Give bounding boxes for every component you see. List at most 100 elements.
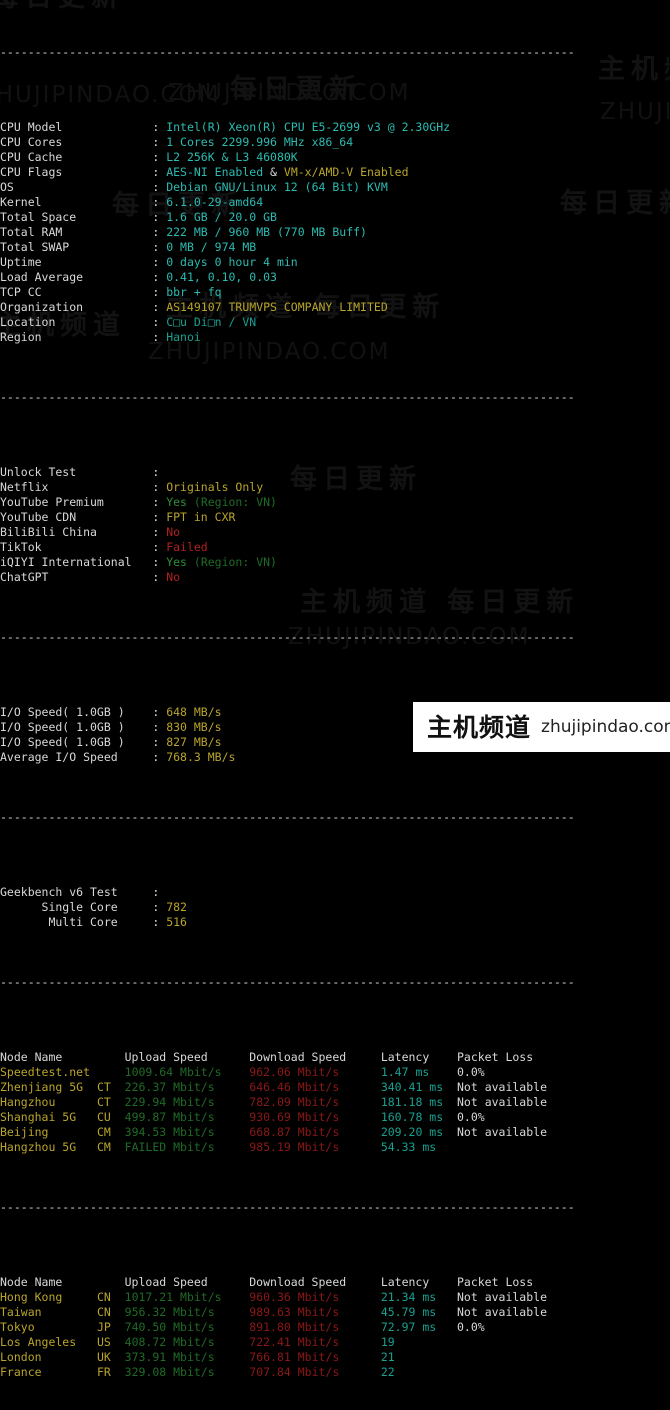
info-row: Average I/O Speed : 768.3 MB/s xyxy=(0,750,670,765)
info-row: I/O Speed( 1.0GB ) : 648 MB/s xyxy=(0,705,670,720)
row-colon: : xyxy=(152,720,167,734)
row-label: Netflix xyxy=(0,480,153,494)
row-label: Average I/O Speed xyxy=(0,750,153,764)
cell-isp-code: CU xyxy=(96,1110,125,1124)
section-divider: ----------------------------------------… xyxy=(0,975,575,989)
info-row: Load Average : 0.41, 0.10, 0.03 xyxy=(0,270,670,285)
cell-isp-code: CT xyxy=(96,1095,125,1109)
cell-node-name: Speedtest.net xyxy=(0,1065,97,1079)
row-label: YouTube Premium xyxy=(0,495,153,509)
section-divider: ----------------------------------------… xyxy=(0,810,575,824)
speedtest-row: Taiwan CN 956.32 Mbit/s 989.63 Mbit/s 45… xyxy=(0,1305,670,1320)
cell-isp-code: CM xyxy=(96,1140,125,1154)
row-colon: : xyxy=(152,735,167,749)
row-colon: : xyxy=(152,165,167,179)
section-divider: ----------------------------------------… xyxy=(0,630,575,644)
row-colon: : xyxy=(152,285,167,299)
col-header-latency: Latency xyxy=(380,1050,457,1064)
speedtest-row: Hangzhou 5G CM FAILED Mbit/s 985.19 Mbit… xyxy=(0,1140,670,1155)
cell-isp-code: FR xyxy=(96,1365,125,1379)
speedtest-row: Beijing CM 394.53 Mbit/s 668.87 Mbit/s 2… xyxy=(0,1125,670,1140)
row-label: I/O Speed( 1.0GB ) xyxy=(0,705,153,719)
row-value: 648 MB/s xyxy=(166,705,222,719)
cell-latency: 1.47 ms xyxy=(380,1065,457,1079)
cell-node-name: Hangzhou 5G xyxy=(0,1140,97,1154)
row-label: YouTube CDN xyxy=(0,510,153,524)
speedtest-row: Speedtest.net 1009.64 Mbit/s 962.06 Mbit… xyxy=(0,1065,670,1080)
col-header-upload: Upload Speed xyxy=(124,1050,250,1064)
row-value: Yes xyxy=(166,555,187,569)
col-header-download: Download Speed xyxy=(249,1050,381,1064)
row-colon: : xyxy=(152,465,167,479)
row-value: 1.6 GB / 20.0 GB xyxy=(166,210,277,224)
cell-download-speed: 646.46 Mbit/s xyxy=(249,1080,381,1094)
cell-latency: 72.97 ms xyxy=(380,1320,457,1334)
row-value: No xyxy=(166,570,181,584)
cell-upload-speed: 226.37 Mbit/s xyxy=(124,1080,250,1094)
cell-download-speed: 962.06 Mbit/s xyxy=(249,1065,381,1079)
section-divider: ----------------------------------------… xyxy=(0,45,575,59)
row-label: Kernel xyxy=(0,195,153,209)
cell-node-name: Taiwan xyxy=(0,1305,97,1319)
cell-node-name: Hangzhou xyxy=(0,1095,97,1109)
row-colon: : xyxy=(152,525,167,539)
speedtest-row: France FR 329.08 Mbit/s 707.84 Mbit/s 22 xyxy=(0,1365,670,1380)
row-label: iQIYI International xyxy=(0,555,153,569)
cell-latency: 45.79 ms xyxy=(380,1305,457,1319)
cell-upload-speed: 1017.21 Mbit/s xyxy=(124,1290,250,1304)
row-label: ChatGPT xyxy=(0,570,153,584)
row-value: 1 Cores 2299.996 MHz x86_64 xyxy=(166,135,354,149)
cell-isp-code: JP xyxy=(96,1320,125,1334)
info-row: Organization : AS149107 TRUMVPS COMPANY … xyxy=(0,300,670,315)
info-row: I/O Speed( 1.0GB ) : 830 MB/s xyxy=(0,720,670,735)
row-value: Hanoi xyxy=(166,330,201,344)
info-row: Total Space : 1.6 GB / 20.0 GB xyxy=(0,210,670,225)
cell-download-speed: 766.81 Mbit/s xyxy=(249,1350,381,1364)
cell-download-speed: 960.36 Mbit/s xyxy=(249,1290,381,1304)
cell-upload-speed: 499.87 Mbit/s xyxy=(124,1110,250,1124)
info-row: iQIYI International : Yes (Region: VN) xyxy=(0,555,670,570)
row-value: Failed xyxy=(166,540,208,554)
row-label: Region xyxy=(0,330,153,344)
row-label: I/O Speed( 1.0GB ) xyxy=(0,720,153,734)
col-header-latency: Latency xyxy=(380,1275,457,1289)
row-label: Organization xyxy=(0,300,153,314)
row-label: CPU Model xyxy=(0,120,153,134)
row-label: Uptime xyxy=(0,255,153,269)
cell-download-speed: 930.69 Mbit/s xyxy=(249,1110,381,1124)
cell-latency: 54.33 ms xyxy=(380,1140,457,1154)
cell-upload-speed: 1009.64 Mbit/s xyxy=(124,1065,250,1079)
cell-packet-loss: 0.0% xyxy=(457,1110,485,1124)
col-header-upload: Upload Speed xyxy=(124,1275,250,1289)
row-value: Yes xyxy=(166,495,187,509)
row-value: 827 MB/s xyxy=(166,735,222,749)
row-value-part: VM-x/AMD-V Enabled xyxy=(283,165,409,179)
speedtest-row: London UK 373.91 Mbit/s 766.81 Mbit/s 21 xyxy=(0,1350,670,1365)
row-colon: : xyxy=(152,555,167,569)
row-label: Unlock Test xyxy=(0,465,153,479)
row-colon: : xyxy=(152,510,167,524)
row-colon: : xyxy=(152,300,167,314)
speedtest-row: Zhenjiang 5G CT 226.37 Mbit/s 646.46 Mbi… xyxy=(0,1080,670,1095)
info-row: YouTube Premium : Yes (Region: VN) xyxy=(0,495,670,510)
row-value-region: (Region: VN) xyxy=(186,555,277,569)
row-colon: : xyxy=(152,195,167,209)
row-value: 6.1.0-29-amd64 xyxy=(166,195,264,209)
row-value: 0.41, 0.10, 0.03 xyxy=(166,270,277,284)
unlock-test-section: Unlock Test : Netflix : Originals Only Yo… xyxy=(0,465,670,585)
info-row: ChatGPT : No xyxy=(0,570,670,585)
cell-isp-code: US xyxy=(96,1335,125,1349)
cell-packet-loss: Not available xyxy=(457,1125,548,1139)
cell-packet-loss: Not available xyxy=(457,1095,548,1109)
cell-upload-speed: 229.94 Mbit/s xyxy=(124,1095,250,1109)
info-row: CPU Cores : 1 Cores 2299.996 MHz x86_64 xyxy=(0,135,670,150)
info-row: CPU Flags : AES-NI Enabled & VM-x/AMD-V … xyxy=(0,165,409,179)
cell-node-name: Los Angeles xyxy=(0,1335,97,1349)
cell-isp-code: UK xyxy=(96,1350,125,1364)
cell-packet-loss: Not available xyxy=(457,1080,548,1094)
cell-latency: 340.41 ms xyxy=(380,1080,457,1094)
cell-latency: 19 xyxy=(380,1335,457,1349)
cell-download-speed: 891.80 Mbit/s xyxy=(249,1320,381,1334)
cell-packet-loss: 0.0% xyxy=(457,1065,485,1079)
terminal-output[interactable]: ----------------------------------------… xyxy=(0,0,670,1379)
